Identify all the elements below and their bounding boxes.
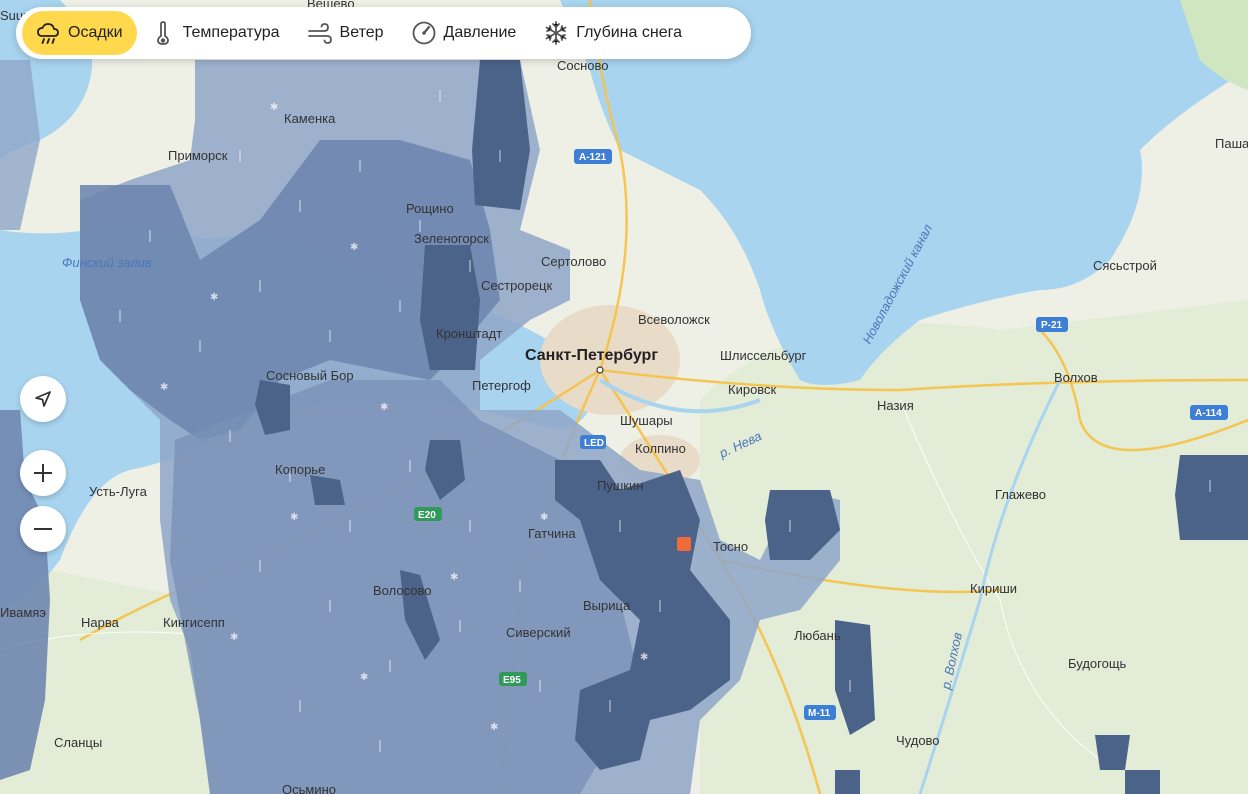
svg-text:Сосновый Бор: Сосновый Бор: [266, 368, 354, 383]
thermometer-icon: [156, 21, 169, 45]
svg-text:Паша: Паша: [1215, 136, 1248, 151]
svg-text:Рощино: Рощино: [406, 201, 454, 216]
locate-button[interactable]: [20, 376, 66, 422]
svg-text:Ивамяэ: Ивамяэ: [0, 605, 46, 620]
svg-text:Всеволожск: Всеволожск: [638, 312, 710, 327]
svg-text:Приморск: Приморск: [168, 148, 228, 163]
svg-text:Глажево: Глажево: [995, 487, 1046, 502]
tab-label: Осадки: [68, 24, 123, 41]
svg-text:Сясьстрой: Сясьстрой: [1093, 258, 1157, 273]
svg-text:Нарва: Нарва: [81, 615, 120, 630]
svg-text:Зеленогорск: Зеленогорск: [414, 231, 489, 246]
svg-text:Пушкин: Пушкин: [597, 478, 643, 493]
svg-text:Каменка: Каменка: [284, 111, 336, 126]
svg-text:✱: ✱: [640, 652, 648, 663]
svg-text:Осьмино: Осьмино: [282, 782, 336, 794]
svg-text:Сланцы: Сланцы: [54, 735, 102, 750]
svg-text:✱: ✱: [350, 242, 358, 253]
zoom-in-button[interactable]: [20, 450, 66, 496]
svg-text:Гатчина: Гатчина: [528, 526, 576, 541]
tab-label: Глубина снега: [576, 24, 682, 41]
snowflake-icon: [545, 21, 567, 45]
tab-label: Ветер: [339, 24, 384, 41]
zoom-out-button[interactable]: [20, 506, 66, 552]
svg-text:Кировск: Кировск: [728, 382, 777, 397]
tab-temperature[interactable]: Температура: [137, 11, 294, 55]
svg-text:Кингисепп: Кингисепп: [163, 615, 225, 630]
pressure-gauge-icon: [412, 21, 435, 45]
svg-text:Сестрорецк: Сестрорецк: [481, 278, 552, 293]
svg-text:Кириши: Кириши: [970, 581, 1017, 596]
svg-text:Чудово: Чудово: [896, 733, 940, 748]
svg-text:✱: ✱: [540, 512, 548, 523]
svg-text:Финский залив: Финский залив: [62, 255, 152, 270]
svg-text:Назия: Назия: [877, 398, 914, 413]
svg-text:✱: ✱: [210, 292, 218, 303]
rain-cloud-icon: [37, 23, 59, 44]
svg-text:LED: LED: [584, 438, 604, 449]
svg-text:Волхов: Волхов: [1054, 370, 1098, 385]
tab-pressure[interactable]: Давление: [398, 11, 531, 55]
svg-text:Петергоф: Петергоф: [472, 378, 531, 393]
svg-text:✱: ✱: [380, 402, 388, 413]
svg-text:Любань: Любань: [794, 628, 841, 643]
svg-text:✱: ✱: [270, 102, 278, 113]
svg-text:Тосно: Тосно: [713, 539, 748, 554]
svg-text:Сосново: Сосново: [557, 58, 609, 73]
svg-text:Копорье: Копорье: [275, 462, 325, 477]
layer-toolbar: Осадки Температура Ветер Давление Глубин…: [16, 7, 751, 59]
svg-text:✱: ✱: [230, 632, 238, 643]
minus-icon: [34, 528, 52, 530]
wind-icon: [307, 23, 332, 44]
svg-text:М-11: М-11: [808, 708, 831, 719]
tab-snow-depth[interactable]: Глубина снега: [530, 11, 696, 55]
svg-text:Сертолово: Сертолово: [541, 254, 606, 269]
weather-map[interactable]: ✱ ✱ ✱ ✱ ✱ ✱ ✱ ✱ ✱ ✱ ✱ ✱ А-121 Р-21 А-114 М-11 E2…: [0, 0, 1248, 794]
svg-text:✱: ✱: [360, 672, 368, 683]
tab-label: Давление: [443, 24, 517, 41]
precip-heavy: [472, 60, 530, 210]
svg-text:Кронштадт: Кронштадт: [436, 326, 502, 341]
svg-text:Будогощь: Будогощь: [1068, 656, 1127, 671]
svg-text:Р-21: Р-21: [1041, 320, 1063, 331]
svg-text:✱: ✱: [160, 382, 168, 393]
svg-text:E95: E95: [503, 675, 521, 686]
svg-text:Усть-Луга: Усть-Луга: [89, 484, 148, 499]
svg-text:Шушары: Шушары: [620, 413, 673, 428]
svg-text:Колпино: Колпино: [635, 441, 686, 456]
svg-text:А-114: А-114: [1195, 408, 1222, 419]
svg-text:E20: E20: [418, 510, 436, 521]
svg-text:А-121: А-121: [579, 152, 607, 163]
svg-text:✱: ✱: [290, 512, 298, 523]
tab-precipitation[interactable]: Осадки: [22, 11, 137, 55]
plus-icon: [34, 464, 52, 482]
svg-text:✱: ✱: [490, 722, 498, 733]
tab-label: Температура: [182, 24, 280, 41]
svg-text:Санкт-Петербург: Санкт-Петербург: [525, 347, 658, 364]
svg-text:Сиверский: Сиверский: [506, 625, 571, 640]
navigation-arrow-icon: [35, 391, 51, 407]
tab-wind[interactable]: Ветер: [294, 11, 398, 55]
svg-text:Вырица: Вырица: [583, 598, 631, 613]
svg-text:Волосово: Волосово: [373, 583, 431, 598]
svg-text:Шлиссельбург: Шлиссельбург: [720, 348, 807, 363]
svg-text:✱: ✱: [450, 572, 458, 583]
